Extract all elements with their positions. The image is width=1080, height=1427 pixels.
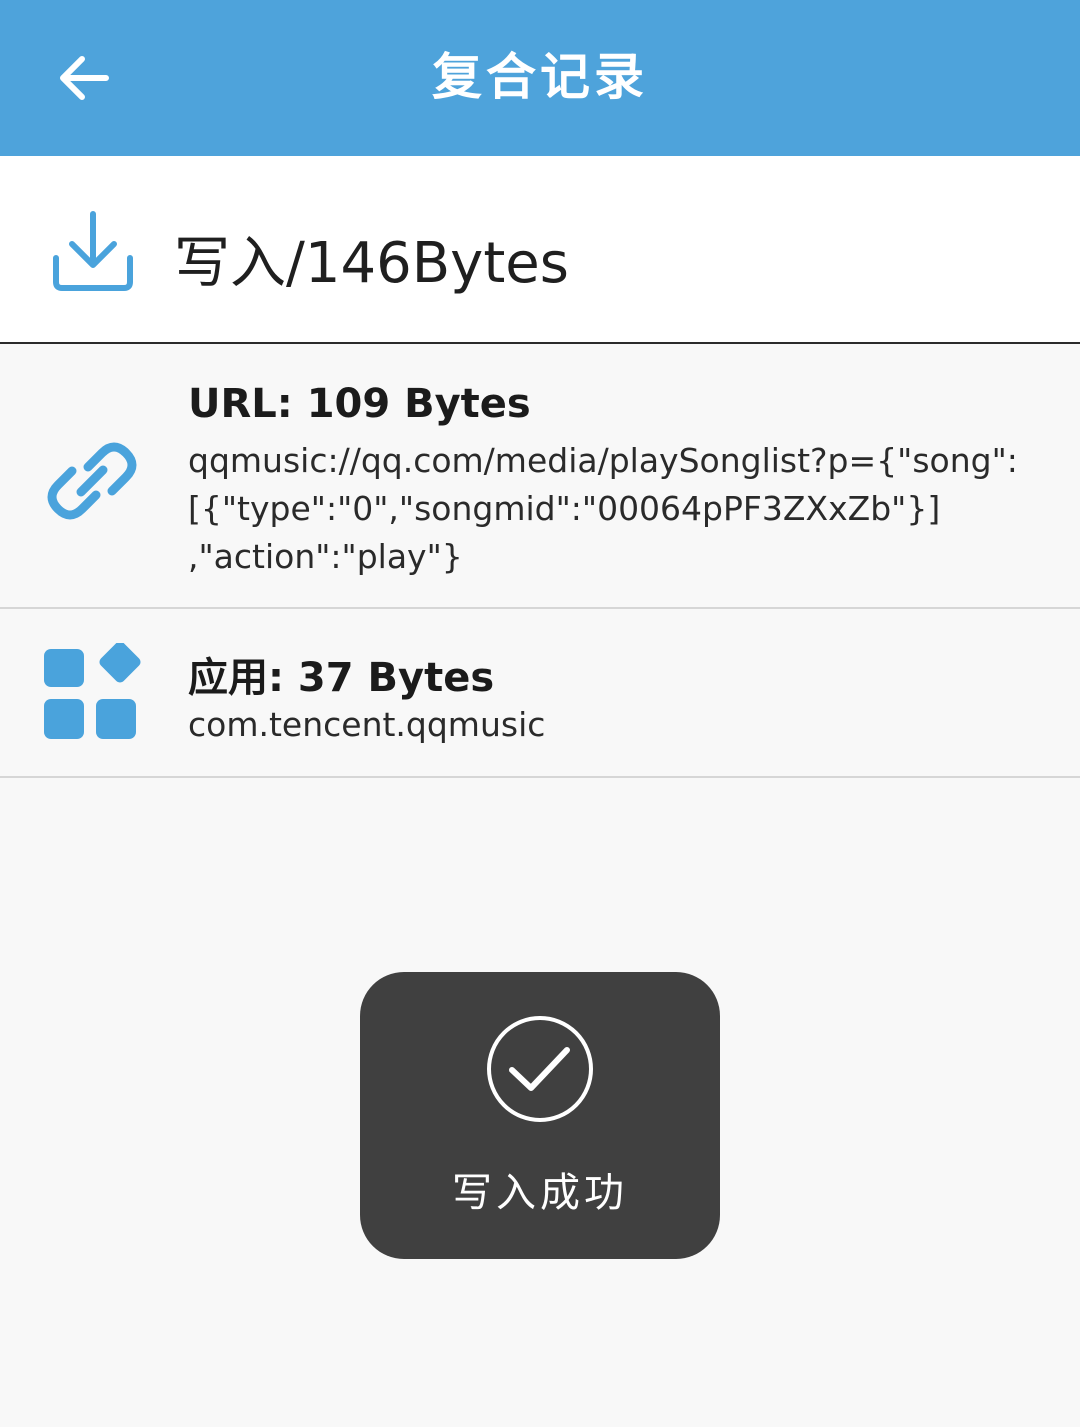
apps-icon	[44, 643, 141, 739]
success-toast: 写入成功	[360, 972, 720, 1259]
record-value-url: qqmusic://qq.com/media/playSonglist?p={"…	[188, 437, 1048, 581]
summary-row: 写入/146Bytes	[0, 156, 1080, 344]
toast-message: 写入成功	[452, 1170, 628, 1216]
link-icon	[47, 442, 137, 520]
record-item-url[interactable]: URL: 109 Bytes qqmusic://qq.com/media/pl…	[0, 345, 1080, 609]
arrow-left-icon	[60, 56, 109, 100]
page-title: 复合记录	[432, 48, 648, 106]
record-value-app: com.tencent.qqmusic	[188, 701, 1048, 749]
record-line: [{"type":"0","songmid":"00064pPF3ZXxZb"}…	[188, 489, 941, 528]
app-bar: 复合记录	[0, 0, 1080, 156]
download-icon	[53, 211, 133, 291]
record-line: com.tencent.qqmusic	[188, 705, 546, 744]
record-title-url: URL: 109 Bytes	[188, 381, 531, 427]
check-circle-icon	[487, 1016, 593, 1122]
record-item-app[interactable]: 应用: 37 Bytes com.tencent.qqmusic	[0, 611, 1080, 778]
record-title-app: 应用: 37 Bytes	[188, 655, 495, 701]
summary-text: 写入/146Bytes	[174, 231, 569, 296]
back-button[interactable]	[44, 38, 124, 118]
record-line: ,"action":"play"}	[188, 537, 463, 576]
record-line: qqmusic://qq.com/media/playSonglist?p={"…	[188, 441, 1018, 480]
